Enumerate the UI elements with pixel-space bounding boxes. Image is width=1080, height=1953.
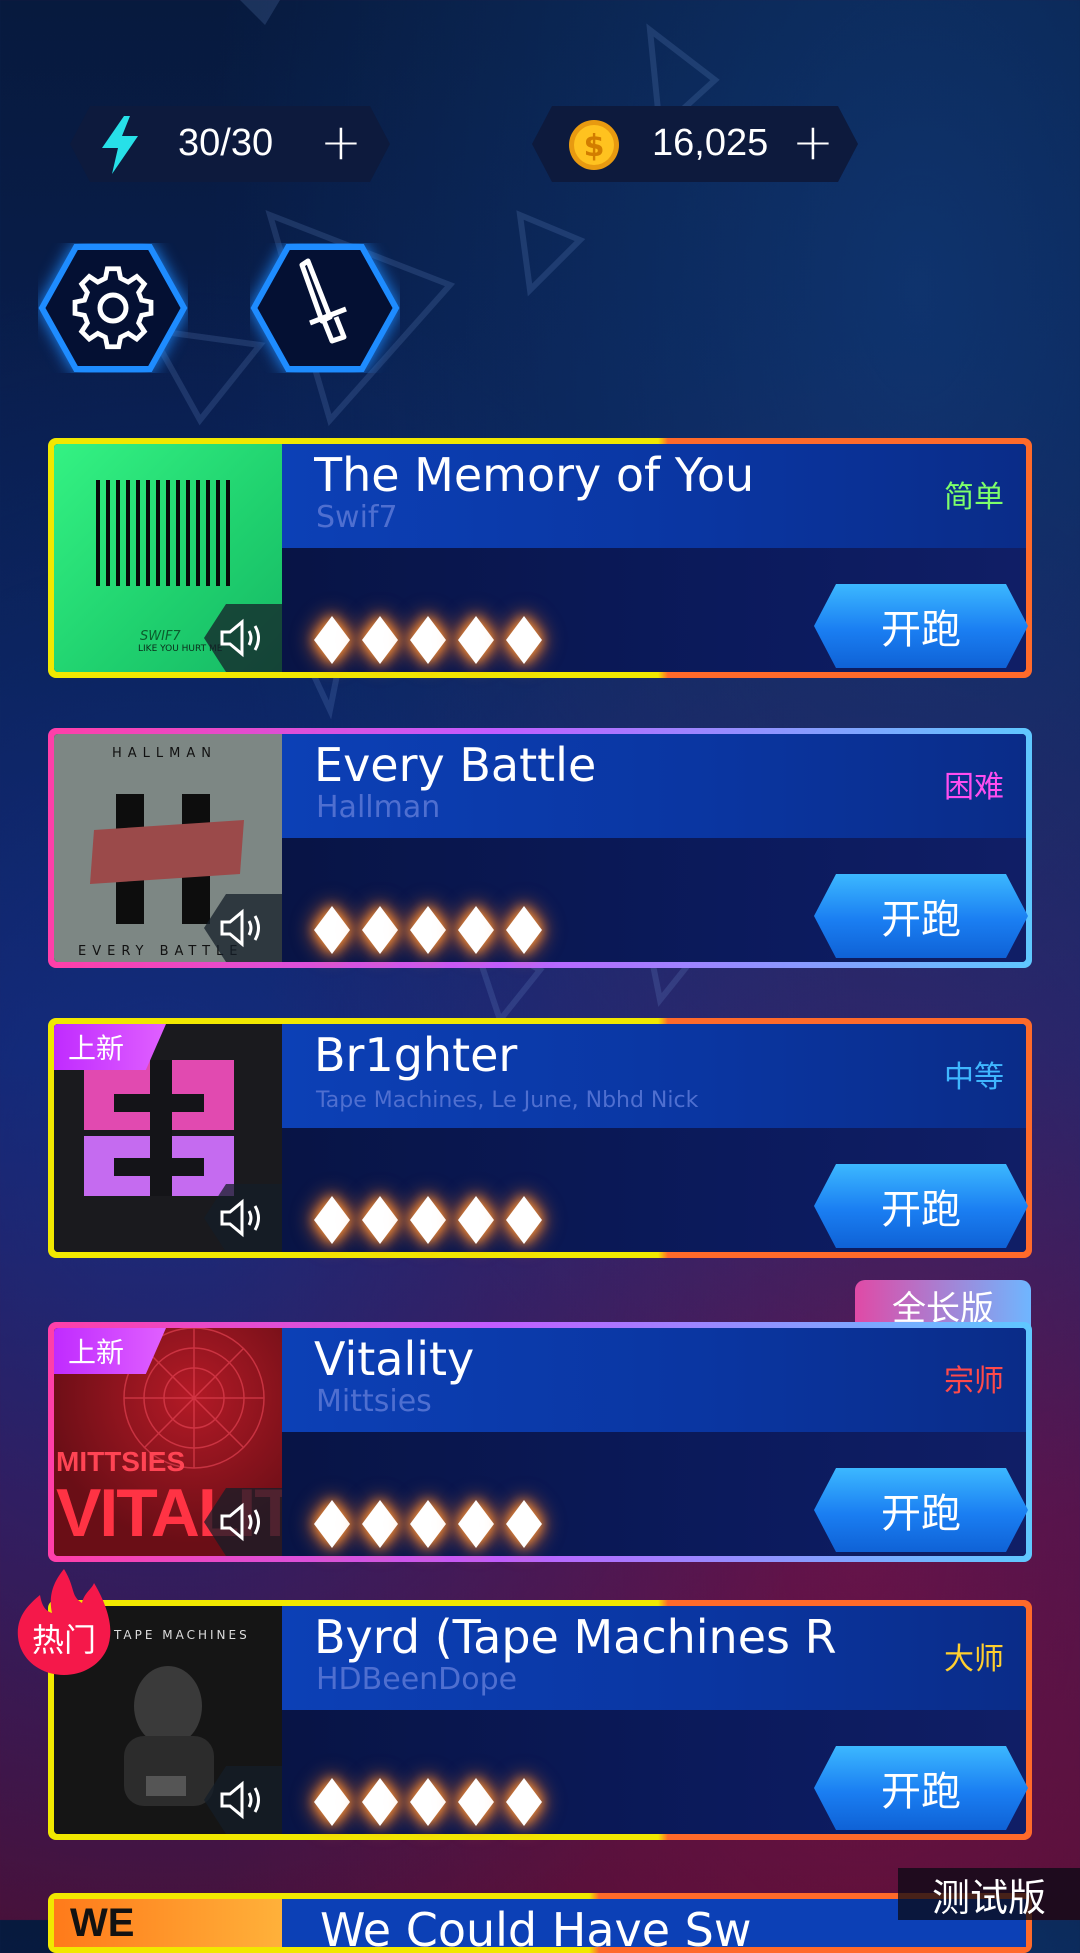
diamond-icon [458,906,494,954]
speaker-icon [220,1198,260,1238]
start-run-button[interactable]: 开跑 [814,1746,1028,1830]
speaker-icon [220,618,260,658]
coin-counter: $ 16,025 + [532,106,858,182]
rating-diamonds [310,1192,546,1248]
diamond-icon [506,616,542,664]
difficulty-label: 中等 [944,1060,1004,1095]
weapon-button[interactable] [250,243,400,373]
diamond-icon [362,906,398,954]
diamond-icon [458,616,494,664]
start-run-button[interactable]: 开跑 [814,1164,1028,1248]
settings-button[interactable] [38,243,188,373]
difficulty-label: 宗师 [944,1364,1004,1399]
song-card[interactable]: HALLMAN EVERY BATTLE Every Battle Hallma… [48,728,1032,968]
song-card[interactable]: MITTSIES VITALITY 上新 Vitality Mittsies 宗… [48,1322,1032,1562]
song-artist: Mittsies [316,1384,432,1419]
rating-diamonds [310,1774,546,1830]
diamond-icon [410,1500,446,1548]
coin-value: 16,025 [652,122,769,164]
song-card[interactable]: SWIF7 LIKE YOU HURT ME The Memory of You… [48,438,1032,678]
song-title: We Could Have Sw [320,1903,752,1947]
hot-badge: 热门 [14,1565,114,1677]
song-card[interactable]: 上新 Br1ghter Tape Machines, Le June, Nbhd… [48,1018,1032,1258]
difficulty-label: 大师 [944,1642,1004,1677]
song-card[interactable]: TAPE MACHINES Byrd (Tape Machines R HDBe… [48,1600,1032,1840]
diamond-icon [362,1778,398,1826]
difficulty-label: 困难 [944,770,1004,805]
diamond-icon [506,1500,542,1548]
rating-diamonds [310,1496,546,1552]
diamond-icon [410,1778,446,1826]
hot-label: 热门 [31,1621,96,1659]
song-title: The Memory of You [314,448,755,502]
album-cover: WE [54,1899,282,1947]
difficulty-label: 简单 [944,480,1004,515]
song-title: Byrd (Tape Machines R [314,1610,837,1664]
diamond-icon [362,1500,398,1548]
song-artist: Swif7 [316,500,398,535]
diamond-icon [506,906,542,954]
speaker-icon [220,908,260,948]
song-artist: Tape Machines, Le June, Nbhd Nick [316,1088,699,1113]
diamond-icon [314,1500,350,1548]
song-artist: HDBeenDope [316,1662,518,1697]
diamond-icon [458,1500,494,1548]
song-title: Vitality [314,1332,475,1386]
diamond-icon [314,616,350,664]
start-run-button[interactable]: 开跑 [814,1468,1028,1552]
rating-diamonds [310,902,546,958]
speaker-icon [220,1780,260,1820]
add-coins-button[interactable]: + [792,117,834,167]
speaker-icon [220,1502,260,1542]
start-run-button[interactable]: 开跑 [814,584,1028,668]
cover-text: SWIF7 [140,629,181,644]
cover-text: WE [70,1901,135,1945]
diamond-icon [410,1196,446,1244]
cover-text: TAPE MACHINES [114,1628,250,1642]
song-title: Br1ghter [314,1028,518,1082]
diamond-icon [410,616,446,664]
add-energy-button[interactable]: + [320,117,362,167]
diamond-icon [458,1196,494,1244]
energy-value: 30/30 [178,122,274,164]
diamond-icon [506,1778,542,1826]
cover-text: HALLMAN [112,746,217,761]
diamond-icon [458,1778,494,1826]
lightning-bolt-icon [98,116,142,174]
test-build-label: 测试版 [898,1868,1080,1920]
diamond-icon [362,1196,398,1244]
diamond-icon [314,906,350,954]
song-title: Every Battle [314,738,597,792]
diamond-icon [314,1196,350,1244]
diamond-icon [410,906,446,954]
diamond-icon [362,616,398,664]
dollar-coin-icon: $ [568,119,620,171]
energy-counter: 30/30 + [70,106,390,182]
start-run-button[interactable]: 开跑 [814,874,1028,958]
svg-text:$: $ [584,129,605,164]
song-card-partial[interactable]: WE We Could Have Sw [48,1893,1032,1953]
diamond-icon [314,1778,350,1826]
song-artist: Hallman [316,790,441,825]
rating-diamonds [310,612,546,668]
diamond-icon [506,1196,542,1244]
